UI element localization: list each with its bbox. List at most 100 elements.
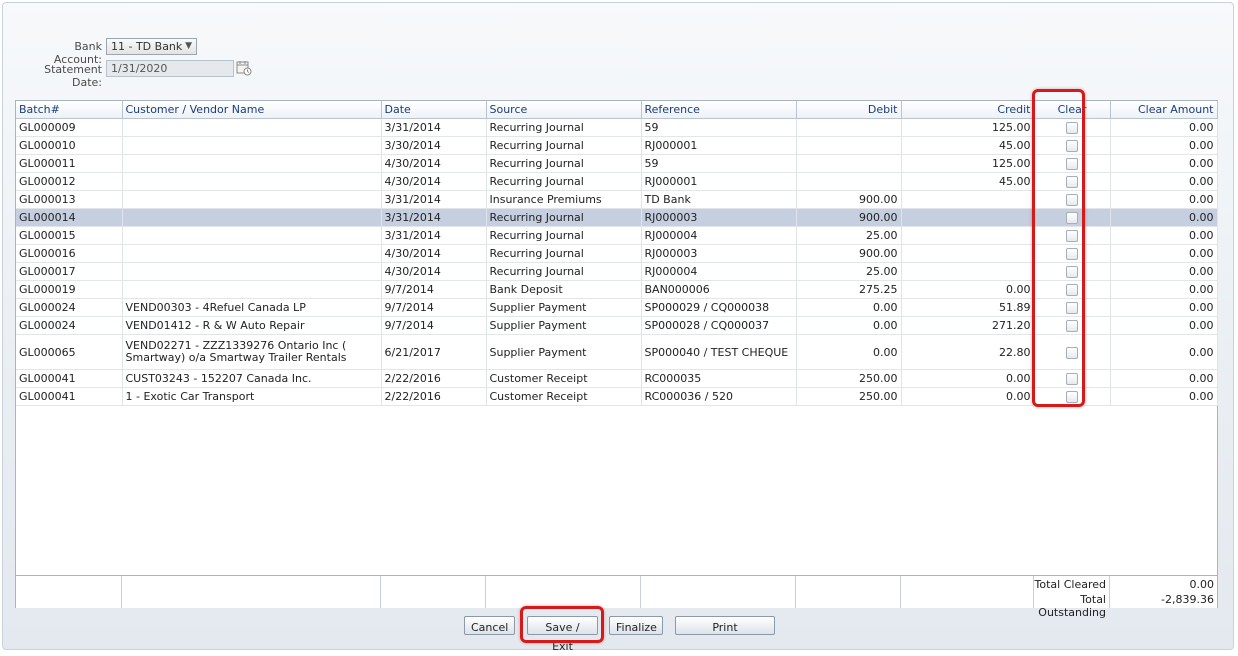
batch-cell: GL000011 — [16, 154, 123, 173]
clear-amount-cell: 0.00 — [1110, 136, 1218, 155]
column-header-batch[interactable]: Batch# — [16, 101, 123, 119]
cancel-button[interactable]: Cancel — [464, 616, 515, 635]
name-cell — [122, 172, 382, 191]
debit-cell: 0.00 — [796, 298, 902, 317]
clear-amount-cell: 0.00 — [1110, 387, 1218, 406]
source-cell: Supplier Payment — [486, 334, 642, 370]
reference-cell: RJ000003 — [641, 208, 797, 227]
source-cell: Recurring Journal — [486, 118, 642, 137]
column-header-source[interactable]: Source — [486, 101, 642, 119]
column-header-debit[interactable]: Debit — [796, 101, 902, 119]
debit-cell — [796, 136, 902, 155]
clear-amount-cell: 0.00 — [1110, 172, 1218, 191]
reference-cell: RJ000004 — [641, 262, 797, 281]
source-cell: Recurring Journal — [486, 262, 642, 281]
debit-cell: 275.25 — [796, 280, 902, 299]
totals-labels: Total Cleared Total Outstanding — [1034, 576, 1110, 619]
reference-cell: SP000040 / TEST CHEQUE — [641, 334, 797, 370]
source-cell: Recurring Journal — [486, 136, 642, 155]
credit-cell: 0.00 — [901, 387, 1035, 406]
source-cell: Recurring Journal — [486, 154, 642, 173]
debit-cell: 0.00 — [796, 316, 902, 335]
source-cell: Recurring Journal — [486, 226, 642, 245]
reference-cell: RJ000004 — [641, 226, 797, 245]
total-outstanding-value: -2,839.36 — [1161, 593, 1214, 606]
date-cell: 3/31/2014 — [381, 208, 487, 227]
finalize-button[interactable]: Finalize — [609, 616, 663, 635]
reference-cell: SP000029 / CQ000038 — [641, 298, 797, 317]
column-header-date[interactable]: Date — [381, 101, 487, 119]
credit-cell: 271.20 — [901, 316, 1035, 335]
bank-account-select[interactable]: 11 - TD Bank ▼ — [106, 38, 197, 55]
source-cell: Bank Deposit — [486, 280, 642, 299]
debit-cell: 900.00 — [796, 208, 902, 227]
clear-amount-cell: 0.00 — [1110, 118, 1218, 137]
column-header-name[interactable]: Customer / Vendor Name — [122, 101, 382, 119]
batch-cell: GL000009 — [16, 118, 123, 137]
source-cell: Recurring Journal — [486, 244, 642, 263]
statement-date-label: Statement Date: — [44, 63, 102, 89]
reference-cell: RC000036 / 520 — [641, 387, 797, 406]
debit-cell — [796, 118, 902, 137]
debit-cell: 250.00 — [796, 387, 902, 406]
totals-spacer — [901, 576, 1034, 608]
clear-amount-cell: 0.00 — [1110, 226, 1218, 245]
print-button[interactable]: Print — [675, 616, 775, 635]
debit-cell: 0.00 — [796, 334, 902, 370]
totals-spacer — [122, 576, 381, 608]
source-cell: Recurring Journal — [486, 172, 642, 191]
batch-cell: GL000015 — [16, 226, 123, 245]
column-header-clear-amount[interactable]: Clear Amount — [1110, 101, 1218, 119]
clear-amount-cell: 0.00 — [1110, 334, 1218, 370]
date-cell: 3/31/2014 — [381, 190, 487, 209]
clear-amount-cell: 0.00 — [1110, 154, 1218, 173]
clear-amount-cell: 0.00 — [1110, 369, 1218, 388]
date-cell: 4/30/2014 — [381, 172, 487, 191]
batch-cell: GL000014 — [16, 208, 123, 227]
debit-cell: 25.00 — [796, 226, 902, 245]
clear-amount-cell: 0.00 — [1110, 298, 1218, 317]
statement-date-input[interactable]: 1/31/2020 — [106, 60, 234, 77]
credit-cell: 125.00 — [901, 154, 1035, 173]
source-cell: Insurance Premiums — [486, 190, 642, 209]
batch-cell: GL000016 — [16, 244, 123, 263]
date-cell: 9/7/2014 — [381, 316, 487, 335]
batch-cell: GL000019 — [16, 280, 123, 299]
name-cell: VEND00303 - 4Refuel Canada LP — [122, 298, 382, 317]
calendar-icon[interactable] — [236, 60, 252, 79]
date-cell: 3/30/2014 — [381, 136, 487, 155]
name-cell — [122, 262, 382, 281]
batch-cell: GL000012 — [16, 172, 123, 191]
debit-cell: 250.00 — [796, 369, 902, 388]
column-header-reference[interactable]: Reference — [641, 101, 797, 119]
debit-cell — [796, 154, 902, 173]
name-cell — [122, 190, 382, 209]
reference-cell: 59 — [641, 154, 797, 173]
totals-spacer — [486, 576, 641, 608]
reference-cell: RC000035 — [641, 369, 797, 388]
reference-cell: SP000028 / CQ000037 — [641, 316, 797, 335]
name-cell: CUST03243 - 152207 Canada Inc. — [122, 369, 382, 388]
credit-cell: 0.00 — [901, 369, 1035, 388]
batch-cell: GL000017 — [16, 262, 123, 281]
column-header-credit[interactable]: Credit — [901, 101, 1035, 119]
totals-spacer — [16, 576, 122, 608]
name-cell — [122, 208, 382, 227]
name-cell — [122, 226, 382, 245]
clear-amount-cell: 0.00 — [1110, 244, 1218, 263]
reference-cell: BAN000006 — [641, 280, 797, 299]
debit-cell: 900.00 — [796, 244, 902, 263]
date-cell: 9/7/2014 — [381, 298, 487, 317]
clear-amount-cell: 0.00 — [1110, 262, 1218, 281]
batch-cell: GL000065 — [16, 334, 123, 370]
date-cell: 4/30/2014 — [381, 154, 487, 173]
batch-cell: GL000013 — [16, 190, 123, 209]
clear-amount-cell: 0.00 — [1110, 316, 1218, 335]
totals-spacer — [381, 576, 486, 608]
batch-cell: GL000024 — [16, 298, 123, 317]
total-outstanding-label: Total Outstanding — [1038, 593, 1106, 619]
chevron-down-icon: ▼ — [185, 41, 192, 51]
credit-cell: 0.00 — [901, 280, 1035, 299]
credit-cell — [901, 190, 1035, 209]
statement-date-value: 1/31/2020 — [111, 62, 168, 75]
